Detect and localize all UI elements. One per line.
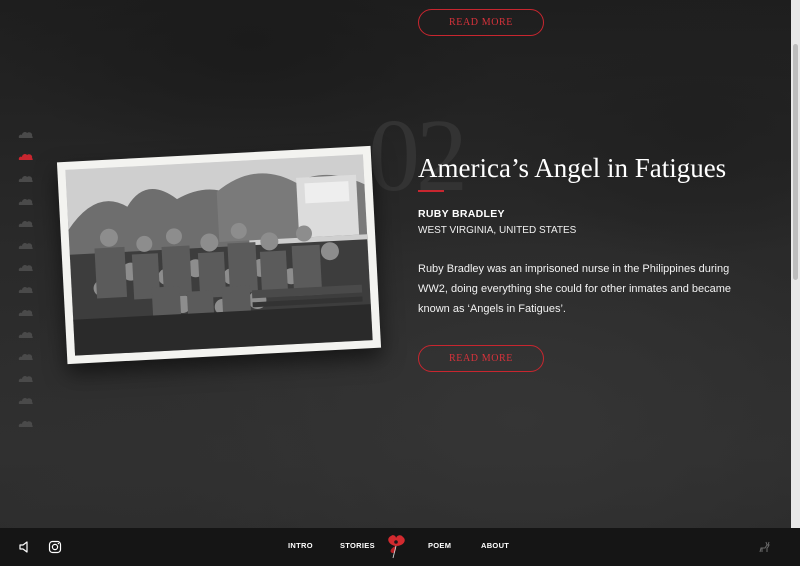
poppy-logo-icon[interactable] <box>384 533 408 559</box>
story-photo-image <box>65 154 373 356</box>
speaker-icon[interactable] <box>18 540 32 554</box>
footer-bar: INTRO STORIES POEM ABOUT <box>0 528 800 566</box>
scrollbar[interactable] <box>791 0 800 528</box>
footer-nav-stories[interactable]: STORIES <box>340 541 375 550</box>
story-nav-dot-5[interactable] <box>18 219 34 228</box>
story-nav-dot-3[interactable] <box>18 174 34 183</box>
story-nav-dot-2[interactable] <box>18 152 34 161</box>
title-underline <box>418 190 444 192</box>
story-description: Ruby Bradley was an imprisoned nurse in … <box>418 263 732 315</box>
instagram-icon[interactable] <box>48 540 62 554</box>
read-more-button-previous[interactable]: READ MORE <box>418 9 544 36</box>
story-nav-dot-6[interactable] <box>18 241 34 250</box>
story-nav-dot-13[interactable] <box>18 396 34 405</box>
story-nav-dot-10[interactable] <box>18 330 34 339</box>
story-person-name: RUBY BRADLEY <box>418 208 505 220</box>
story-nav-dot-8[interactable] <box>18 285 34 294</box>
story-nav-dot-12[interactable] <box>18 374 34 383</box>
story-nav-dot-14[interactable] <box>18 419 34 428</box>
story-location: WEST VIRGINIA, UNITED STATES <box>418 225 577 236</box>
story-title: America’s Angel in Fatigues <box>418 153 727 183</box>
scrollbar-thumb[interactable] <box>793 44 798 280</box>
deer-icon[interactable] <box>757 540 771 554</box>
story-nav-dot-11[interactable] <box>18 352 34 361</box>
story-nav-dot-7[interactable] <box>18 263 34 272</box>
story-nav-dot-1[interactable] <box>18 130 34 139</box>
story-nav-dot-4[interactable] <box>18 197 34 206</box>
footer-nav-intro[interactable]: INTRO <box>288 541 313 550</box>
read-more-button[interactable]: READ MORE <box>418 345 544 372</box>
story-photo <box>56 145 382 365</box>
story-nav-dot-9[interactable] <box>18 308 34 317</box>
footer-nav-poem[interactable]: POEM <box>428 541 451 550</box>
footer-nav-about[interactable]: ABOUT <box>481 541 509 550</box>
